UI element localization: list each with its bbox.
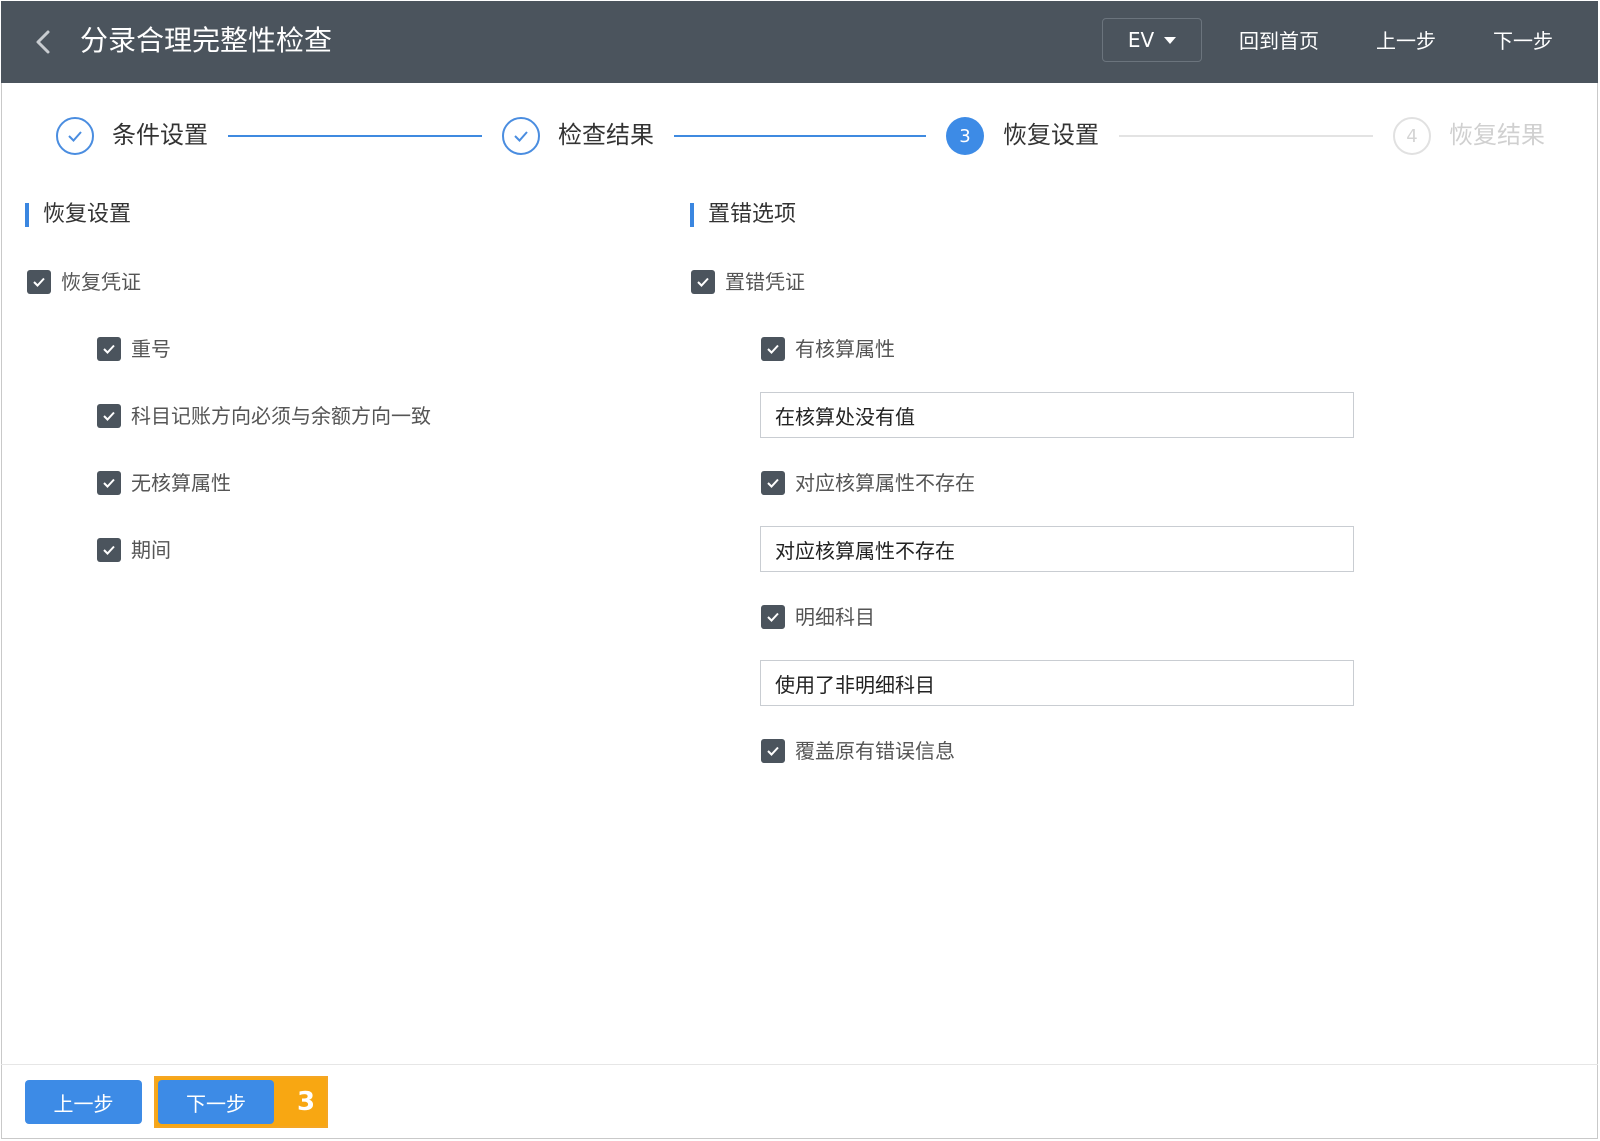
top-bar: 分录合理完整性检查 EV 回到首页 上一步 下一步 <box>1 1 1598 83</box>
checkbox-checked-icon <box>691 270 715 294</box>
step-2-check-icon <box>502 117 540 155</box>
step-indicator: 条件设置 检查结果 3 恢复设置 4 恢复结果 <box>0 108 1600 164</box>
step-connector <box>1119 135 1373 137</box>
header-next-link[interactable]: 下一步 <box>1493 27 1553 55</box>
overwrite-error-checkbox[interactable]: 覆盖原有错误信息 <box>761 737 955 765</box>
missing-accounting-attr-message-input[interactable] <box>760 526 1354 572</box>
error-section-title: 置错选项 <box>690 200 796 230</box>
step-4-number: 4 <box>1393 117 1431 155</box>
page-title: 分录合理完整性检查 <box>80 24 333 57</box>
home-link[interactable]: 回到首页 <box>1239 27 1319 55</box>
error-voucher-checkbox[interactable]: 置错凭证 <box>691 268 805 296</box>
checkbox-checked-icon <box>761 471 785 495</box>
detail-account-checkbox[interactable]: 明细科目 <box>761 603 875 631</box>
period-checkbox[interactable]: 期间 <box>97 536 171 564</box>
step-1-label: 条件设置 <box>112 121 208 149</box>
prev-button[interactable]: 上一步 <box>25 1080 142 1124</box>
step-3-label: 恢复设置 <box>1003 121 1099 149</box>
footer-divider <box>1 1064 1598 1065</box>
checkbox-label: 对应核算属性不存在 <box>795 471 975 495</box>
checkbox-checked-icon <box>761 337 785 361</box>
checkbox-label: 有核算属性 <box>795 337 895 361</box>
checkbox-checked-icon <box>761 739 785 763</box>
restore-section-title: 恢复设置 <box>25 200 131 230</box>
direction-consistent-checkbox[interactable]: 科目记账方向必须与余额方向一致 <box>97 402 431 430</box>
step-connector <box>674 135 926 137</box>
restore-voucher-label: 恢复凭证 <box>61 270 141 294</box>
checkbox-label: 明细科目 <box>795 605 875 629</box>
checkbox-checked-icon <box>97 538 121 562</box>
step-1-check-icon <box>56 117 94 155</box>
error-voucher-label: 置错凭证 <box>725 270 805 294</box>
checkbox-checked-icon <box>97 471 121 495</box>
step-badge: 3 <box>296 1087 316 1117</box>
language-select[interactable]: EV <box>1102 18 1202 62</box>
checkbox-checked-icon <box>27 270 51 294</box>
step-4-label: 恢复结果 <box>1449 121 1545 149</box>
has-accounting-attr-message-input[interactable] <box>760 392 1354 438</box>
duplicate-number-checkbox[interactable]: 重号 <box>97 335 171 363</box>
caret-down-icon <box>1164 36 1177 44</box>
no-accounting-attr-checkbox[interactable]: 无核算属性 <box>97 469 231 497</box>
checkbox-label: 无核算属性 <box>131 471 231 495</box>
detail-account-message-input[interactable] <box>760 660 1354 706</box>
next-button[interactable]: 下一步 <box>158 1080 274 1124</box>
checkbox-label: 覆盖原有错误信息 <box>795 739 955 763</box>
step-3-number: 3 <box>946 117 984 155</box>
checkbox-label: 科目记账方向必须与余额方向一致 <box>131 404 431 428</box>
restore-voucher-checkbox[interactable]: 恢复凭证 <box>27 268 141 296</box>
language-select-value: EV <box>1127 28 1155 52</box>
step-connector <box>228 135 482 137</box>
checkbox-checked-icon <box>97 404 121 428</box>
checkbox-checked-icon <box>97 337 121 361</box>
checkbox-label: 期间 <box>131 538 171 562</box>
checkbox-label: 重号 <box>131 337 171 361</box>
back-arrow-icon[interactable] <box>29 27 59 57</box>
step-2-label: 检查结果 <box>558 121 654 149</box>
checkbox-checked-icon <box>761 605 785 629</box>
missing-accounting-attr-checkbox[interactable]: 对应核算属性不存在 <box>761 469 975 497</box>
header-prev-link[interactable]: 上一步 <box>1376 27 1436 55</box>
has-accounting-attr-checkbox[interactable]: 有核算属性 <box>761 335 895 363</box>
